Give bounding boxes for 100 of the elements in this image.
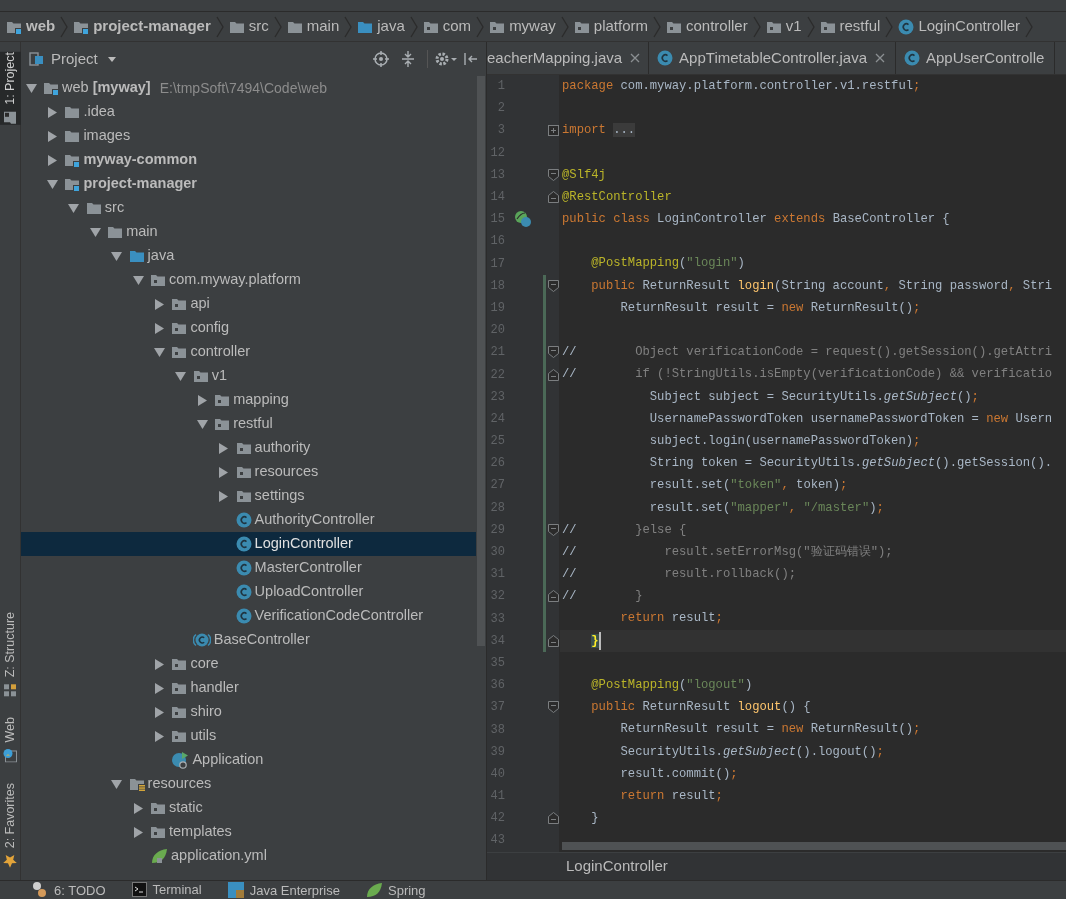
breadcrumb-item[interactable]: restful bbox=[819, 15, 881, 38]
tree-item[interactable]: AuthorityController bbox=[21, 508, 476, 532]
fold-marker-icon[interactable] bbox=[547, 168, 559, 181]
tool-window-tab[interactable]: 1: Project bbox=[0, 52, 21, 125]
tree-item[interactable]: resources bbox=[21, 772, 476, 796]
breadcrumb-item[interactable]: com bbox=[422, 15, 472, 38]
expand-arrow-icon[interactable] bbox=[133, 826, 143, 838]
fold-marker-icon[interactable] bbox=[547, 368, 559, 381]
breadcrumb-item[interactable]: LoginController bbox=[898, 15, 1021, 38]
tree-item[interactable]: web [myway] E:\tmpSoft\7494\Code\web bbox=[21, 76, 476, 100]
scrollbar-thumb[interactable] bbox=[477, 76, 485, 646]
collapse-arrow-icon[interactable] bbox=[132, 275, 144, 285]
expand-arrow-icon[interactable] bbox=[154, 658, 164, 670]
fold-marker-icon[interactable] bbox=[547, 346, 559, 359]
fold-marker-icon[interactable] bbox=[547, 523, 559, 536]
tool-window-button[interactable]: 6: TODO bbox=[32, 881, 106, 898]
tree-item[interactable]: settings bbox=[21, 484, 476, 508]
expand-arrow-icon[interactable] bbox=[154, 322, 164, 334]
tool-window-tab[interactable]: Z: Structure bbox=[0, 611, 21, 698]
expand-arrow-icon[interactable] bbox=[154, 682, 164, 694]
breadcrumb-item[interactable]: main bbox=[286, 15, 340, 38]
tree-item[interactable]: restful bbox=[21, 412, 476, 436]
tree-item[interactable]: project-manager bbox=[21, 172, 476, 196]
close-icon[interactable] bbox=[630, 53, 641, 63]
fold-expand-icon[interactable] bbox=[547, 124, 559, 136]
editor-breadcrumb[interactable]: LoginController bbox=[566, 855, 668, 878]
tree-item[interactable]: VerificationCodeController bbox=[21, 604, 476, 628]
expand-arrow-icon[interactable] bbox=[154, 706, 164, 718]
breadcrumb-item[interactable]: v1 bbox=[765, 15, 802, 38]
breadcrumb-item[interactable]: controller bbox=[666, 15, 748, 38]
tree-item[interactable]: handler bbox=[21, 676, 476, 700]
tree-item[interactable]: config bbox=[21, 316, 476, 340]
expand-arrow-icon[interactable] bbox=[154, 730, 164, 742]
editor-tab[interactable]: AppUserControlle bbox=[895, 42, 1056, 74]
tool-window-button[interactable]: Terminal bbox=[131, 881, 202, 897]
fold-marker-icon[interactable] bbox=[547, 191, 559, 204]
breadcrumb-item[interactable]: src bbox=[228, 15, 269, 38]
tree-item[interactable]: shiro bbox=[21, 700, 476, 724]
panel-title-dropdown[interactable]: Project bbox=[51, 47, 116, 71]
tree-item[interactable]: MasterController bbox=[21, 556, 476, 580]
horizontal-scrollbar[interactable] bbox=[562, 842, 1066, 850]
breadcrumb-item[interactable]: web bbox=[6, 15, 56, 38]
tree-item[interactable]: src bbox=[21, 196, 476, 220]
tree-item[interactable]: java bbox=[21, 244, 476, 268]
expand-arrow-icon[interactable] bbox=[219, 466, 229, 478]
fold-marker-icon[interactable] bbox=[547, 701, 559, 714]
tool-window-button[interactable]: Java Enterprise bbox=[227, 881, 340, 898]
collapse-arrow-icon[interactable] bbox=[25, 83, 37, 93]
tool-window-tab[interactable]: Web bbox=[0, 717, 21, 763]
breadcrumb-item[interactable]: project-manager bbox=[73, 15, 211, 38]
editor-tab[interactable]: AppTimetableController.java bbox=[649, 42, 896, 74]
tree-item[interactable]: images bbox=[21, 124, 476, 148]
tree-item[interactable]: main bbox=[21, 220, 476, 244]
close-icon[interactable] bbox=[874, 53, 885, 63]
breadcrumb-item[interactable]: platform bbox=[573, 15, 648, 38]
tree-item[interactable]: api bbox=[21, 292, 476, 316]
tree-item[interactable]: application.yml bbox=[21, 844, 476, 868]
fold-marker-icon[interactable] bbox=[547, 279, 559, 292]
breadcrumb-item[interactable]: java bbox=[357, 15, 405, 38]
tree-item[interactable]: static bbox=[21, 796, 476, 820]
tree-item[interactable]: core bbox=[21, 652, 476, 676]
tree-item[interactable]: .idea bbox=[21, 100, 476, 124]
expand-arrow-icon[interactable] bbox=[47, 154, 57, 166]
collapse-arrow-icon[interactable] bbox=[111, 251, 123, 261]
fold-marker-icon[interactable] bbox=[547, 812, 559, 825]
tree-item[interactable]: BaseController bbox=[21, 628, 476, 652]
tree-item[interactable]: LoginController bbox=[21, 532, 476, 556]
expand-arrow-icon[interactable] bbox=[197, 394, 207, 406]
expand-arrow-icon[interactable] bbox=[47, 130, 57, 142]
tree-item[interactable]: authority bbox=[21, 436, 476, 460]
collapse-arrow-icon[interactable] bbox=[175, 371, 187, 381]
expand-arrow-icon[interactable] bbox=[47, 106, 57, 118]
bean-icon[interactable] bbox=[514, 210, 532, 229]
collapse-arrow-icon[interactable] bbox=[89, 227, 101, 237]
expand-arrow-icon[interactable] bbox=[219, 490, 229, 502]
tree-item[interactable]: controller bbox=[21, 340, 476, 364]
fold-marker-icon[interactable] bbox=[547, 634, 559, 647]
tree-item[interactable]: UploadController bbox=[21, 580, 476, 604]
breadcrumb-item[interactable]: myway bbox=[489, 15, 556, 38]
expand-arrow-icon[interactable] bbox=[154, 298, 164, 310]
tool-window-button[interactable]: Spring bbox=[366, 881, 426, 898]
collapse-arrow-icon[interactable] bbox=[46, 179, 58, 189]
editor-tab[interactable]: eacherMapping.java bbox=[487, 42, 650, 74]
expand-arrow-icon[interactable] bbox=[219, 442, 229, 454]
collapse-arrow-icon[interactable] bbox=[111, 779, 123, 789]
tool-window-tab[interactable]: 2: Favorites bbox=[0, 782, 21, 868]
tree-item[interactable]: mapping bbox=[21, 388, 476, 412]
tree-item[interactable]: templates bbox=[21, 820, 476, 844]
tree-item[interactable]: myway-common bbox=[21, 148, 476, 172]
tree-item[interactable]: Application bbox=[21, 748, 476, 772]
collapse-arrow-icon[interactable] bbox=[153, 347, 165, 357]
collapse-arrow-icon[interactable] bbox=[68, 203, 80, 213]
tree-item[interactable]: utils bbox=[21, 724, 476, 748]
tree-item[interactable]: com.myway.platform bbox=[21, 268, 476, 292]
collapse-arrow-icon[interactable] bbox=[196, 419, 208, 429]
expand-arrow-icon[interactable] bbox=[133, 802, 143, 814]
tree-item[interactable]: v1 bbox=[21, 364, 476, 388]
tree-item[interactable]: resources bbox=[21, 460, 476, 484]
fold-marker-icon[interactable] bbox=[547, 590, 559, 603]
project-view-icon bbox=[29, 52, 45, 66]
